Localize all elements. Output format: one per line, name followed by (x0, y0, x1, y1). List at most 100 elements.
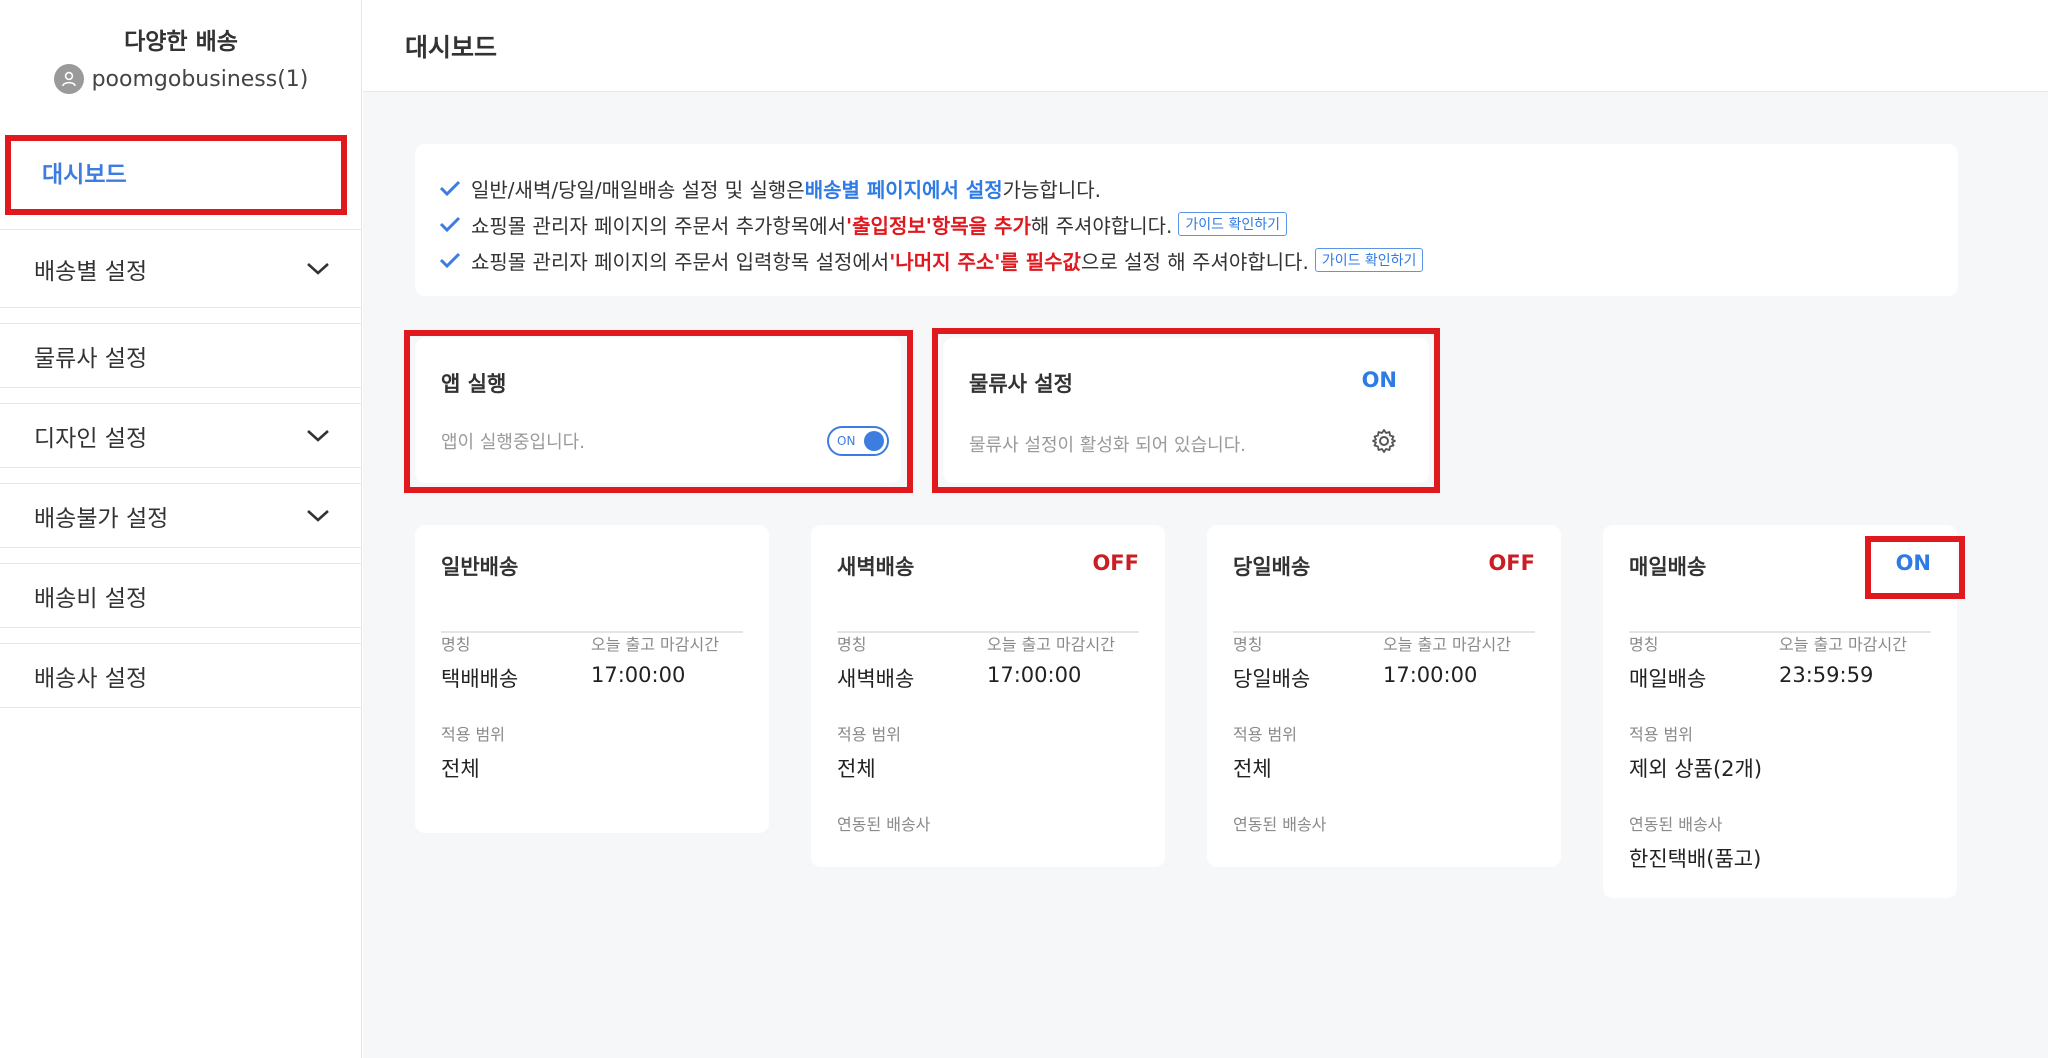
card-header: 매일배송 ON (1629, 551, 1931, 633)
carrier-label: 연동된 배송사 (837, 815, 931, 834)
divider (0, 308, 362, 324)
card-description: 앱이 실행중입니다. (441, 432, 585, 453)
app-run-card: 앱 실행 앱이 실행중입니다. ON (415, 338, 901, 483)
cutoff-value: 17:00:00 (1383, 663, 1478, 687)
divider (0, 388, 362, 404)
app-title: 다양한 배송 (124, 29, 238, 55)
sidebar-item-label: 배송별 설정 (34, 258, 148, 285)
sidebar-item-label: 배송불가 설정 (34, 505, 169, 532)
sidebar-item-delivery-settings[interactable]: 배송별 설정 (0, 230, 362, 308)
sidebar-item-carrier-settings[interactable]: 배송사 설정 (0, 644, 362, 708)
sidebar-item-shipping-fee-settings[interactable]: 배송비 설정 (0, 564, 362, 628)
status-badge: ON (1895, 551, 1931, 575)
scope-label: 적용 범위 (1233, 725, 1297, 744)
toggle-knob (864, 431, 884, 451)
sidebar-menu: 대시보드 배송별 설정 물류사 설정 디자인 설정 배송불가 설정 배송비 설정… (0, 130, 362, 708)
guide-button[interactable]: 가이드 확인하기 (1314, 248, 1424, 272)
carrier-label: 연동된 배송사 (1233, 815, 1327, 834)
scope-value: 전체 (1233, 757, 1272, 781)
cutoff-label: 오늘 출고 마감시간 (1779, 635, 1907, 654)
divider (0, 214, 362, 230)
sidebar-item-label: 배송비 설정 (34, 585, 148, 612)
cutoff-label: 오늘 출고 마감시간 (591, 635, 719, 654)
sidebar-item-label: 디자인 설정 (34, 425, 148, 452)
sidebar-item-label: 물류사 설정 (34, 345, 148, 372)
cutoff-value: 17:00:00 (987, 663, 1082, 687)
notice-line: 쇼핑몰 관리자 페이지의 주문서 입력항목 설정에서 '나머지 주소'를 필수값… (439, 242, 1934, 278)
scope-value: 제외 상품(2개) (1629, 757, 1763, 781)
notice-line: 쇼핑몰 관리자 페이지의 주문서 추가항목에서 '출입정보'항목을 추가 해 주… (439, 206, 1934, 242)
card-title: 당일배송 (1233, 555, 1311, 579)
sidebar-item-label: 대시보드 (42, 162, 127, 188)
card-description: 물류사 설정이 활성화 되어 있습니다. (969, 435, 1247, 456)
divider (0, 628, 362, 644)
notice-highlight: 배송별 페이지에서 설정 (804, 177, 1003, 202)
status-badge: OFF (1488, 551, 1535, 575)
notice-text: 해 주셔야합니다. (1030, 213, 1173, 238)
sidebar-item-logistics-settings[interactable]: 물류사 설정 (0, 324, 362, 388)
name-value: 매일배송 (1629, 667, 1707, 691)
main-content: 대시보드 일반/새벽/당일/매일배송 설정 및 실행은 배송별 페이지에서 설정… (363, 0, 2048, 1058)
user-account[interactable]: poomgobusiness(1) (0, 64, 362, 94)
check-icon (439, 180, 461, 197)
user-avatar-icon (53, 64, 84, 94)
notice-text: 쇼핑몰 관리자 페이지의 주문서 추가항목에서 (471, 213, 847, 238)
card-header: 당일배송 OFF (1233, 551, 1535, 633)
status-badge: ON (1361, 368, 1397, 392)
sidebar-item-design-settings[interactable]: 디자인 설정 (0, 404, 362, 468)
carrier-label: 연동된 배송사 (1629, 815, 1723, 834)
card-title: 앱 실행 (441, 372, 507, 396)
notice-text: 쇼핑몰 관리자 페이지의 주문서 입력항목 설정에서 (471, 249, 890, 274)
chevron-down-icon (307, 262, 329, 275)
name-value: 택배배송 (441, 667, 519, 691)
chevron-down-icon (307, 429, 329, 442)
notice-text: 일반/새벽/당일/매일배송 설정 및 실행은 (471, 177, 805, 202)
sidebar-item-label: 배송사 설정 (34, 665, 148, 692)
guide-button[interactable]: 가이드 확인하기 (1178, 212, 1287, 236)
name-label: 명칭 (837, 635, 867, 654)
divider (0, 548, 362, 564)
scope-label: 적용 범위 (1629, 725, 1693, 744)
notice-text: 으로 설정 해 주셔야합니다. (1080, 249, 1309, 274)
card-title: 새벽배송 (837, 555, 915, 579)
card-header: 일반배송 (441, 551, 743, 633)
notice-line: 일반/새벽/당일/매일배송 설정 및 실행은 배송별 페이지에서 설정 가능합니… (439, 170, 1934, 206)
cutoff-value: 17:00:00 (591, 663, 686, 687)
cutoff-value: 23:59:59 (1779, 663, 1874, 687)
scope-value: 전체 (441, 757, 480, 781)
status-badge: OFF (1092, 551, 1139, 575)
sidebar-item-dashboard[interactable]: 대시보드 (0, 130, 362, 214)
page-title: 대시보드 (363, 0, 2048, 92)
gear-icon[interactable] (1371, 428, 1397, 454)
delivery-card-same-day: 당일배송 OFF 명칭 오늘 출고 마감시간 당일배송 17:00:00 적용 … (1207, 525, 1561, 867)
notice-text: 가능합니다. (1002, 177, 1101, 202)
delivery-card-regular: 일반배송 명칭 오늘 출고 마감시간 택배배송 17:00:00 적용 범위 전… (415, 525, 769, 833)
name-value: 당일배송 (1233, 667, 1311, 691)
sidebar: 다양한 배송 poomgobusiness(1) 대시보드 배송별 설정 물류사… (0, 0, 362, 1058)
sidebar-item-undeliverable-settings[interactable]: 배송불가 설정 (0, 484, 362, 548)
card-title: 일반배송 (441, 555, 519, 579)
check-icon (439, 252, 461, 269)
divider (0, 468, 362, 484)
card-title: 물류사 설정 (969, 372, 1073, 396)
card-header: 새벽배송 OFF (837, 551, 1139, 633)
scope-label: 적용 범위 (837, 725, 901, 744)
notice-highlight: '나머지 주소'를 필수값 (889, 249, 1081, 274)
scope-value: 전체 (837, 757, 876, 781)
app-run-toggle[interactable]: ON (827, 426, 889, 456)
cutoff-label: 오늘 출고 마감시간 (987, 635, 1115, 654)
name-label: 명칭 (1233, 635, 1263, 654)
delivery-card-daily: 매일배송 ON 명칭 오늘 출고 마감시간 매일배송 23:59:59 적용 범… (1603, 525, 1957, 898)
card-title: 매일배송 (1629, 555, 1707, 579)
chevron-down-icon (307, 509, 329, 522)
name-label: 명칭 (1629, 635, 1659, 654)
toggle-label: ON (837, 434, 856, 448)
cutoff-label: 오늘 출고 마감시간 (1383, 635, 1511, 654)
notice-highlight: '출입정보'항목을 추가 (846, 213, 1031, 238)
name-value: 새벽배송 (837, 667, 915, 691)
carrier-value: 한진택배(품고) (1629, 847, 1762, 871)
check-icon (439, 216, 461, 233)
name-label: 명칭 (441, 635, 471, 654)
delivery-card-dawn: 새벽배송 OFF 명칭 오늘 출고 마감시간 새벽배송 17:00:00 적용 … (811, 525, 1165, 867)
logistics-card: 물류사 설정 ON 물류사 설정이 활성화 되어 있습니다. (943, 338, 1429, 483)
